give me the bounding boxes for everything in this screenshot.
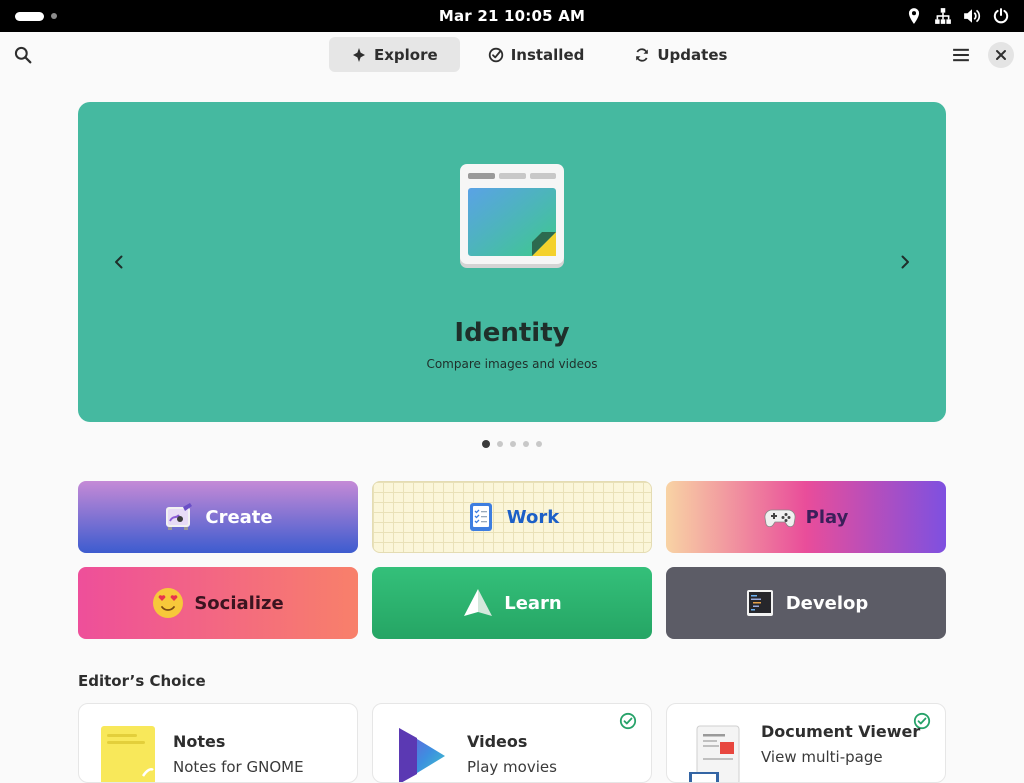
view-switcher: Explore Installed Updates xyxy=(329,37,749,72)
hamburger-menu-icon xyxy=(953,48,969,62)
tab-updates-label: Updates xyxy=(657,45,728,64)
check-circle-icon xyxy=(488,47,503,62)
category-play-label: Play xyxy=(805,506,849,528)
paper-plane-icon xyxy=(464,589,493,616)
system-top-bar: Mar 21 10:05 AM xyxy=(0,0,1024,32)
editors-choice-heading: Editor’s Choice xyxy=(78,672,206,690)
category-develop[interactable]: Develop xyxy=(666,567,946,639)
close-window-button[interactable] xyxy=(988,42,1014,68)
category-socialize[interactable]: Socialize xyxy=(78,567,358,639)
app-card-document-viewer[interactable]: Document Viewer View multi-page xyxy=(666,703,946,783)
app-header-bar: Explore Installed Updates xyxy=(0,32,1024,78)
app-card-notes-title: Notes xyxy=(173,732,226,751)
category-learn-label: Learn xyxy=(504,592,562,614)
category-play[interactable]: Play xyxy=(666,481,946,553)
category-create-label: Create xyxy=(205,506,273,528)
tab-installed-label: Installed xyxy=(510,45,585,64)
identity-app-icon xyxy=(460,164,564,268)
system-status-area[interactable] xyxy=(905,0,1010,32)
notes-app-icon xyxy=(101,726,155,782)
network-icon xyxy=(935,8,951,24)
app-card-document-viewer-title: Document Viewer xyxy=(761,722,921,741)
workspace-dot xyxy=(51,13,57,19)
search-icon xyxy=(14,46,32,64)
sparkle-icon xyxy=(353,47,365,62)
create-icon xyxy=(166,503,193,530)
carousel-dot-1[interactable] xyxy=(482,440,490,448)
videos-app-icon xyxy=(399,728,445,782)
installed-check-icon xyxy=(619,712,637,730)
app-card-videos[interactable]: Videos Play movies xyxy=(372,703,652,783)
app-card-videos-description: Play movies xyxy=(467,758,557,776)
gamepad-icon xyxy=(764,509,796,528)
power-icon xyxy=(993,8,1009,24)
volume-icon xyxy=(964,9,981,23)
clock[interactable]: Mar 21 10:05 AM xyxy=(439,7,585,25)
featured-carousel[interactable]: Identity Compare images and videos xyxy=(78,102,946,422)
featured-app-subtitle: Compare images and videos xyxy=(426,357,598,371)
carousel-dot-3[interactable] xyxy=(510,441,516,447)
app-card-videos-title: Videos xyxy=(467,732,528,751)
carousel-page-indicator xyxy=(482,440,542,448)
app-card-notes-description: Notes for GNOME xyxy=(173,758,304,776)
carousel-dot-2[interactable] xyxy=(497,441,503,447)
carousel-previous-button[interactable] xyxy=(105,248,133,276)
chevron-left-icon xyxy=(115,255,123,269)
featured-app-title: Identity xyxy=(454,318,570,348)
app-card-notes[interactable]: Notes Notes for GNOME xyxy=(78,703,358,783)
category-work[interactable]: Work xyxy=(372,481,652,553)
chevron-right-icon xyxy=(901,255,909,269)
tab-updates[interactable]: Updates xyxy=(612,37,749,72)
tab-explore-label: Explore xyxy=(374,45,438,64)
app-card-document-viewer-description: View multi-page xyxy=(761,748,883,766)
category-work-label: Work xyxy=(506,506,560,528)
workspace-pill-active xyxy=(15,11,44,21)
carousel-dot-5[interactable] xyxy=(536,441,542,447)
category-create[interactable]: Create xyxy=(78,481,358,553)
refresh-icon xyxy=(636,47,649,62)
search-button[interactable] xyxy=(6,38,40,72)
category-develop-label: Develop xyxy=(785,592,869,614)
location-icon xyxy=(908,8,920,24)
heart-eyes-emoji-icon xyxy=(153,588,184,618)
category-learn[interactable]: Learn xyxy=(372,567,652,639)
carousel-dot-4[interactable] xyxy=(523,441,529,447)
document-viewer-app-icon xyxy=(689,725,740,782)
activities-indicator[interactable] xyxy=(15,11,57,21)
category-socialize-label: Socialize xyxy=(194,592,284,614)
main-menu-button[interactable] xyxy=(944,38,978,72)
terminal-icon xyxy=(746,590,773,616)
work-icon xyxy=(469,503,492,531)
tab-explore[interactable]: Explore xyxy=(329,37,460,72)
close-icon xyxy=(996,50,1006,60)
tab-installed[interactable]: Installed xyxy=(466,37,607,72)
carousel-next-button[interactable] xyxy=(891,248,919,276)
